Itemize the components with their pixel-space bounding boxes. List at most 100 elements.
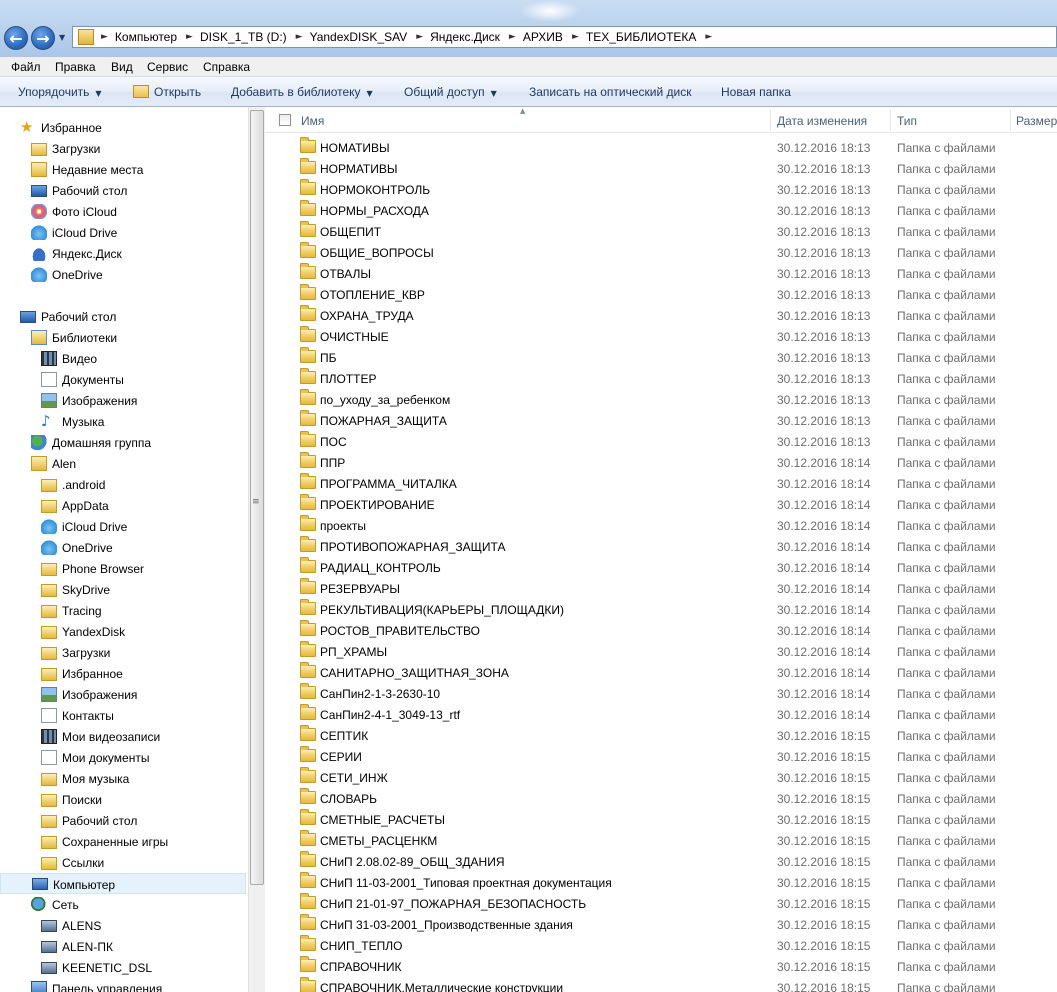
organize-button[interactable]: Упорядочить ▼ [18,85,102,99]
file-row[interactable]: ПОЖАРНАЯ_ЗАЩИТА 30.12.2016 18:13 Папка с ф… [265,410,1057,431]
file-row[interactable]: СНиП 31-03-2001_Производственные здания 3… [265,914,1057,935]
nav-item[interactable]: Мои видеозаписи [0,726,246,747]
chevron-right-icon[interactable]: ► [101,32,108,42]
nav-item[interactable]: Рабочий стол [0,180,246,201]
file-row[interactable]: ПОС 30.12.2016 18:13 Папка с файлами [265,431,1057,452]
nav-item[interactable]: Недавние места [0,159,246,180]
file-row[interactable]: СЛОВАРЬ 30.12.2016 18:15 Папка с файлами [265,788,1057,809]
file-row[interactable]: по_уходу_за_ребенком 30.12.2016 18:13 Папк… [265,389,1057,410]
nav-item[interactable]: Панель управления [0,978,246,992]
column-divider[interactable] [890,109,891,131]
nav-item[interactable]: Phone Browser [0,558,246,579]
nav-item[interactable]: Компьютер [0,873,246,894]
file-row[interactable]: СНиП 21-01-97_ПОЖАРНАЯ_БЕЗОПАСНОСТЬ 30.12… [265,893,1057,914]
file-row[interactable]: РЕКУЛЬТИВАЦИЯ(КАРЬЕРЫ_ПЛОЩАДКИ) 30.12.201… [265,599,1057,620]
file-row[interactable]: НОРМЫ_РАСХОДА 30.12.2016 18:13 Папка с фай… [265,200,1057,221]
file-row[interactable]: ППР 30.12.2016 18:14 Папка с файлами [265,452,1057,473]
nav-item[interactable]: .android [0,474,246,495]
column-divider[interactable] [770,109,771,131]
nav-item[interactable]: Яндекс.Диск [0,243,246,264]
file-row[interactable]: СанПин2-1-3-2630-10 30.12.2016 18:14 Папка… [265,683,1057,704]
breadcrumb-item[interactable]: ТЕХ_БИБЛИОТЕКА [586,30,697,44]
file-row[interactable]: ПРОГРАММА_ЧИТАЛКА 30.12.2016 18:14 Папка с… [265,473,1057,494]
chevron-right-icon[interactable]: ► [705,32,712,42]
share-button[interactable]: Общий доступ ▼ [404,85,497,99]
file-row[interactable]: ПРОЕКТИРОВАНИЕ 30.12.2016 18:14 Папка с фа… [265,494,1057,515]
nav-item[interactable]: Изображения [0,684,246,705]
file-row[interactable]: НОРМОКОНТРОЛЬ 30.12.2016 18:13 Папка с фай… [265,179,1057,200]
file-row[interactable]: ОБЩИЕ_ВОПРОСЫ 30.12.2016 18:13 Папка с фай… [265,242,1057,263]
add-to-library-button[interactable]: Добавить в библиотеку ▼ [231,85,373,99]
nav-item[interactable]: Моя музыка [0,768,246,789]
file-row[interactable]: НОМАТИВЫ 30.12.2016 18:13 Папка с файлами [265,137,1057,158]
file-row[interactable]: НОРМАТИВЫ 30.12.2016 18:13 Папка с файлами [265,158,1057,179]
column-date-modified[interactable]: Дата изменения [777,114,867,128]
nav-item[interactable]: Фото iCloud [0,201,246,222]
breadcrumb-item[interactable]: DISK_1_TB (D:) [200,30,287,44]
burn-button[interactable]: Записать на оптический диск [529,85,692,99]
nav-item[interactable]: Библиотеки [0,327,246,348]
menu-tools[interactable]: Сервис [147,60,188,74]
breadcrumb-item[interactable]: АРХИВ [523,30,563,44]
breadcrumb-item[interactable]: Компьютер [115,30,177,44]
file-row[interactable]: ПБ 30.12.2016 18:13 Папка с файлами [265,347,1057,368]
nav-item[interactable]: OneDrive [0,537,246,558]
nav-item[interactable]: Загрузки [0,642,246,663]
chevron-right-icon[interactable]: ► [416,32,423,42]
file-row[interactable]: проекты 30.12.2016 18:14 Папка с файлами [265,515,1057,536]
nav-item[interactable]: Контакты [0,705,246,726]
nav-item[interactable]: Сеть [0,894,246,915]
file-row[interactable]: СНиП 11-03-2001_Типовая проектная докуме… [265,872,1057,893]
file-row[interactable]: СанПин2-4-1_3049-13_rtf 30.12.2016 18:14 П… [265,704,1057,725]
nav-item[interactable]: YandexDisk [0,621,246,642]
nav-item[interactable]: ALENS [0,915,246,936]
breadcrumb-item[interactable]: Яндекс.Диск [430,30,500,44]
file-row[interactable]: РАДИАЦ_КОНТРОЛЬ 30.12.2016 18:14 Папка с ф… [265,557,1057,578]
nav-item[interactable]: Поиски [0,789,246,810]
new-folder-button[interactable]: Новая папка [721,85,791,99]
column-size[interactable]: Размер [1016,114,1057,128]
file-row[interactable]: СМЕТНЫЕ_РАСЧЕТЫ 30.12.2016 18:15 Папка с ф… [265,809,1057,830]
file-row[interactable]: СЕТИ_ИНЖ 30.12.2016 18:15 Папка с файлами [265,767,1057,788]
file-row[interactable]: САНИТАРНО_ЗАЩИТНАЯ_ЗОНА 30.12.2016 18:14 П… [265,662,1057,683]
column-divider[interactable] [1010,109,1011,131]
breadcrumb-item[interactable]: YandexDISK_SAV [310,30,408,44]
file-row[interactable]: СПРАВОЧНИК 30.12.2016 18:15 Папка с файлам… [265,956,1057,977]
nav-item[interactable]: KEENETIC_DSL [0,957,246,978]
file-row[interactable]: СЕПТИК 30.12.2016 18:15 Папка с файлами [265,725,1057,746]
nav-item[interactable]: Видео [0,348,246,369]
file-row[interactable]: ОТВАЛЫ 30.12.2016 18:13 Папка с файлами [265,263,1057,284]
forward-button[interactable]: → [31,26,55,50]
file-row[interactable]: РП_ХРАМЫ 30.12.2016 18:14 Папка с файлами [265,641,1057,662]
file-row[interactable]: СМЕТЫ_РАСЦЕНКМ 30.12.2016 18:15 Папка с фа… [265,830,1057,851]
file-row[interactable]: ОБЩЕПИТ 30.12.2016 18:13 Папка с файлами [265,221,1057,242]
chevron-right-icon[interactable]: ► [296,32,303,42]
recent-pages-dropdown-icon[interactable]: ▼ [59,33,65,42]
select-all-checkbox[interactable] [279,114,291,126]
column-name[interactable]: Имя [301,114,324,128]
file-row[interactable]: РЕЗЕРВУАРЫ 30.12.2016 18:14 Папка с файлам… [265,578,1057,599]
file-row[interactable]: ОЧИСТНЫЕ 30.12.2016 18:13 Папка с файлами [265,326,1057,347]
file-row[interactable]: ПРОТИВОПОЖАРНАЯ_ЗАЩИТА 30.12.2016 18:14 Па… [265,536,1057,557]
nav-item[interactable]: Ссылки [0,852,246,873]
nav-item[interactable]: Сохраненные игры [0,831,246,852]
nav-item[interactable]: Мои документы [0,747,246,768]
chevron-right-icon[interactable]: ► [509,32,516,42]
file-row[interactable]: СНиП 2.08.02-89_ОБЩ_ЗДАНИЯ 30.12.2016 18:… [265,851,1057,872]
nav-item[interactable]: OneDrive [0,264,246,285]
file-row[interactable]: СПРАВОЧНИК.Металлические конструкции 30.1… [265,977,1057,992]
open-button[interactable]: Открыть [154,85,201,99]
menu-view[interactable]: Вид [111,60,133,74]
navigation-scrollbar[interactable]: ≡ [248,107,265,992]
nav-item[interactable]: SkyDrive [0,579,246,600]
file-row[interactable]: ОТОПЛЕНИЕ_КВР 30.12.2016 18:13 Папка с фай… [265,284,1057,305]
file-row[interactable]: ПЛОТТЕР 30.12.2016 18:13 Папка с файлами [265,368,1057,389]
file-row[interactable]: РОСТОВ_ПРАВИТЕЛЬСТВО 30.12.2016 18:14 Папк… [265,620,1057,641]
menu-edit[interactable]: Правка [55,60,96,74]
nav-item[interactable]: ★ Избранное [0,117,246,138]
chevron-right-icon[interactable]: ► [186,32,193,42]
nav-item[interactable]: Изображения [0,390,246,411]
menu-help[interactable]: Справка [203,60,250,74]
chevron-right-icon[interactable]: ► [572,32,579,42]
file-row[interactable]: ОХРАНА_ТРУДА 30.12.2016 18:13 Папка с файл… [265,305,1057,326]
